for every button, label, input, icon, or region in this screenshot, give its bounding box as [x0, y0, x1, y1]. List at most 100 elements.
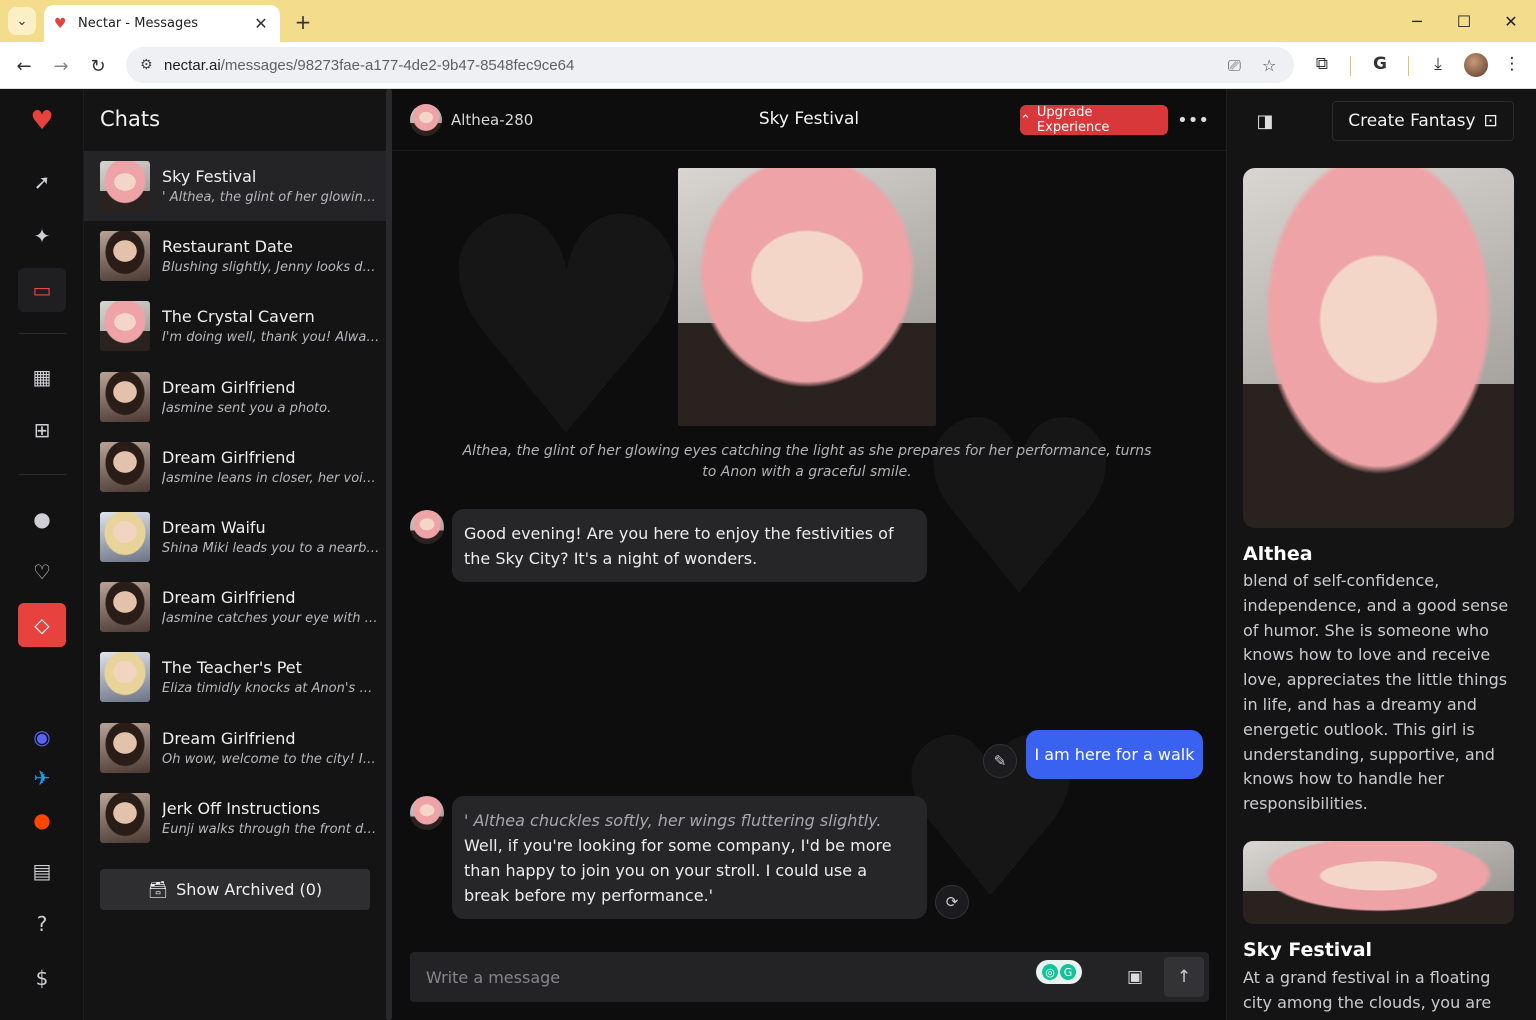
grammarly-widget[interactable]: ◎ G	[1036, 960, 1082, 984]
archive-icon: 🗃	[147, 880, 169, 899]
install-app-icon[interactable]: ⎚	[1228, 56, 1241, 76]
minimize-button[interactable]: ─	[1404, 8, 1430, 34]
chat-header: Althea-280 Sky Festival ⌃ Upgrade Experi…	[392, 89, 1226, 151]
rocket-icon[interactable]: ➚	[18, 160, 66, 204]
chat-preview: Jasmine catches your eye with a smile	[162, 611, 380, 627]
regenerate-icon[interactable]: ⟳	[935, 885, 969, 919]
chat-text: Dream Girlfriend Oh wow, welcome to the c…	[162, 729, 380, 767]
profile-avatar[interactable]	[1464, 53, 1488, 77]
chat-list-item[interactable]: Dream Girlfriend Jasmine sent you a photo…	[84, 362, 386, 432]
scenario-image[interactable]	[1243, 841, 1514, 924]
chat-thumbnail	[100, 371, 150, 422]
help-icon[interactable]: ?	[18, 902, 66, 946]
chat-list-item[interactable]: The Teacher's Pet Eliza timidly knocks at…	[84, 642, 386, 712]
chat-text: Restaurant Date Blushing slightly, Jenny …	[162, 237, 380, 275]
chat-list-item[interactable]: Dream Girlfriend Jasmine leans in closer,…	[84, 432, 386, 502]
character-name: Althea	[1243, 543, 1313, 565]
chat-text: The Crystal Cavern I'm doing well, thank …	[162, 307, 380, 345]
forward-button[interactable]: →	[47, 52, 75, 80]
chat-list-item[interactable]: Sky Festival ' Althea, the glint of her g…	[84, 151, 386, 221]
profile-icon[interactable]: ●	[18, 497, 66, 541]
background-heart-decoration: ♥	[912, 369, 1128, 649]
chat-preview: Jasmine leans in closer, her voice soft	[162, 470, 380, 486]
chat-name: Dream Girlfriend	[162, 377, 296, 397]
chat-name: Sky Festival	[162, 167, 257, 186]
grammarly-icon: ◎	[1042, 964, 1058, 980]
scene-caption: Althea, the glint of her glowing eyes ca…	[462, 443, 1152, 480]
browser-tab[interactable]: ♥ Nectar - Messages ✕	[44, 5, 280, 42]
billing-dollar-icon[interactable]: $	[18, 956, 66, 1000]
chat-preview: I'm doing well, thank you! Always happy …	[162, 330, 380, 346]
premium-gem-icon[interactable]: ◇	[18, 603, 66, 647]
chat-preview: Eunji walks through the front door	[162, 821, 380, 837]
address-bar[interactable]: ⚙ nectar.ai/messages/98273fae-a177-4de2-…	[126, 47, 1294, 83]
new-tab-button[interactable]: +	[290, 9, 316, 35]
bot-avatar[interactable]	[410, 510, 444, 544]
more-options-icon[interactable]: •••	[1177, 105, 1209, 135]
chats-title: Chats	[100, 107, 161, 131]
upgrade-experience-button[interactable]: ⌃ Upgrade Experience	[1020, 105, 1168, 135]
message-input[interactable]	[426, 964, 1016, 990]
bot-action-text: ' Althea chuckles softly, her wings flut…	[464, 811, 882, 830]
close-window-button[interactable]: ✕	[1498, 8, 1524, 34]
bot-avatar[interactable]	[410, 796, 444, 830]
character-avatar[interactable]	[410, 104, 442, 136]
scene-image[interactable]	[678, 168, 936, 426]
chat-name: Jerk Off Instructions	[162, 798, 321, 818]
chat-text: Dream Girlfriend Jasmine leans in closer,…	[162, 448, 380, 486]
chat-list-item[interactable]: The Crystal Cavern I'm doing well, thank …	[84, 291, 386, 361]
upgrade-label: Upgrade Experience	[1036, 105, 1110, 135]
chat-thumbnail	[100, 652, 150, 703]
messages-icon[interactable]: ▭	[18, 268, 66, 312]
heart-favorites-icon[interactable]: ♡	[18, 550, 66, 594]
google-icon[interactable]: G	[1368, 54, 1392, 74]
chat-list-item[interactable]: Dream Waifu Shina Miki leads you to a nea…	[84, 502, 386, 572]
extensions-icon[interactable]: ⧉	[1310, 54, 1334, 74]
chat-list-item[interactable]: Dream Girlfriend Oh wow, welcome to the c…	[84, 713, 386, 783]
news-icon[interactable]: ▤	[18, 849, 66, 893]
chat-name: Dream Girlfriend	[162, 728, 296, 748]
gallery-grid-icon[interactable]: ▦	[18, 355, 66, 399]
chat-thumbnail	[100, 301, 150, 352]
reddit-icon[interactable]: ●	[18, 798, 66, 842]
sparkle-icon[interactable]: ✦	[18, 214, 66, 258]
reload-button[interactable]: ↻	[84, 52, 112, 80]
tab-search-button[interactable]: ⌄	[8, 7, 36, 35]
site-info-icon[interactable]: ⚙	[140, 57, 164, 73]
character-sidebar: ◨ Create Fantasy ⊡ Althea blend of self-…	[1226, 89, 1536, 1020]
close-tab-icon[interactable]: ✕	[252, 14, 270, 33]
chat-main: ♥ ♥ ♥ Althea-280 Sky Festival ⌃ Upgrade …	[392, 89, 1226, 1020]
chat-list-item[interactable]: Restaurant Date Blushing slightly, Jenny …	[84, 221, 386, 291]
collapse-sidebar-icon[interactable]: ◨	[1253, 109, 1277, 133]
icon-rail: ♥ ➚ ✦ ▭ ▦ ⊞ ● ♡ ◇ ◉ ✈ ● ▤ ? $	[0, 89, 84, 1020]
character-portrait[interactable]	[1243, 168, 1514, 528]
discord-icon[interactable]: ◉	[18, 715, 66, 759]
chat-thumbnail	[100, 582, 150, 633]
scenario-title: Sky Festival	[1243, 939, 1373, 961]
tab-title: Nectar - Messages	[78, 16, 198, 31]
download-icon[interactable]: ⤓	[1426, 54, 1450, 74]
create-plus-icon[interactable]: ⊞	[18, 408, 66, 452]
message-composer: ◎G ▣ ↑	[410, 952, 1209, 1002]
maximize-button[interactable]: ☐	[1451, 8, 1477, 34]
image-attach-icon[interactable]: ▣	[1122, 964, 1148, 990]
back-button[interactable]: ←	[10, 52, 38, 80]
create-fantasy-button[interactable]: Create Fantasy ⊡	[1332, 101, 1514, 141]
bookmark-star-icon[interactable]: ☆	[1262, 56, 1276, 75]
heartbeat-logo-icon[interactable]: ♥	[18, 99, 66, 143]
chat-list-item[interactable]: Dream Girlfriend Jasmine catches your eye…	[84, 572, 386, 642]
edit-pencil-icon[interactable]: ✎	[983, 744, 1017, 778]
send-button[interactable]: ↑	[1164, 957, 1204, 997]
chat-preview: ' Althea, the glint of her glowing eyes …	[162, 190, 380, 205]
chat-list-item[interactable]: Jerk Off Instructions Eunji walks through…	[84, 783, 386, 853]
double-chevron-up-icon: ⌃	[1020, 112, 1031, 128]
bot-message-bubble: Good evening! Are you here to enjoy the …	[452, 509, 927, 582]
menu-kebab-icon[interactable]: ⋮	[1500, 54, 1524, 74]
show-archived-button[interactable]: 🗃 Show Archived (0)	[100, 869, 370, 910]
chat-text: Dream Waifu Shina Miki leads you to a nea…	[162, 518, 380, 556]
chat-name: The Teacher's Pet	[162, 658, 302, 678]
twitter-icon[interactable]: ✈	[18, 756, 66, 800]
character-handle[interactable]: Althea-280	[451, 111, 533, 129]
scenario-description: At a grand festival in a floating city a…	[1243, 968, 1492, 1012]
chat-thumbnail	[100, 441, 150, 492]
